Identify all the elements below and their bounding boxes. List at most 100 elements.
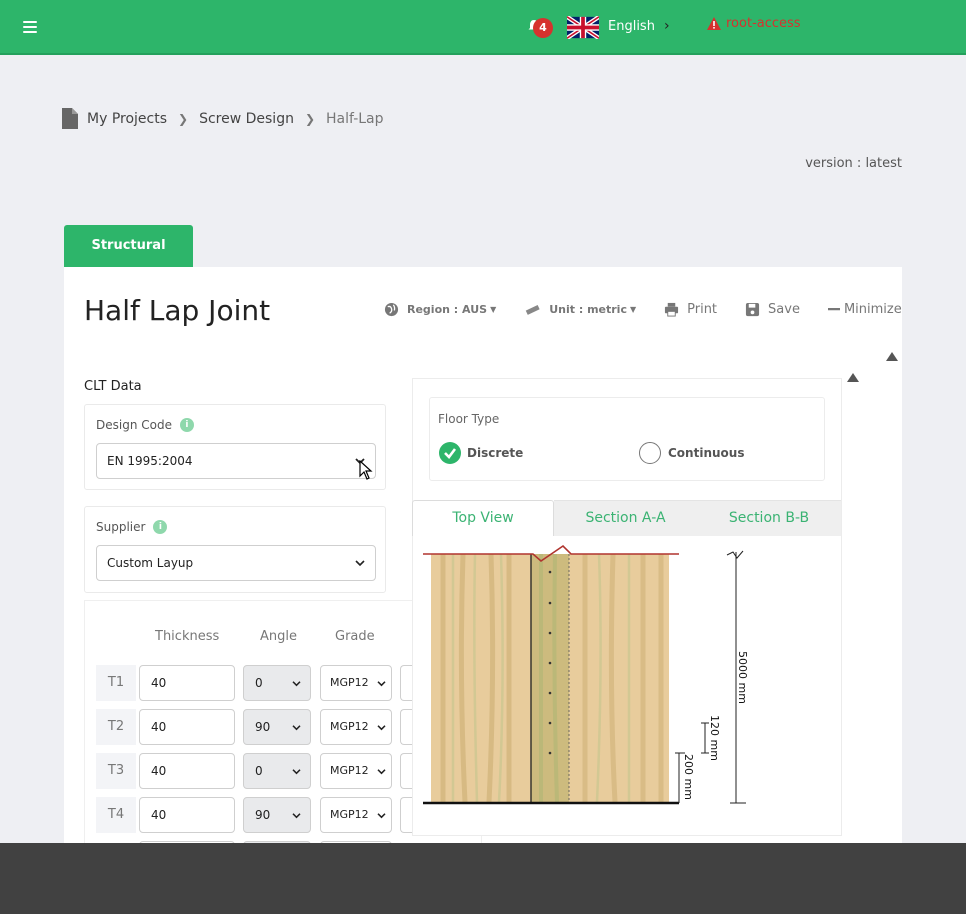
info-icon[interactable]: i: [179, 418, 194, 432]
angle-select[interactable]: 0: [243, 665, 311, 701]
tab-section-b-b[interactable]: Section B-B: [697, 500, 841, 536]
user-name: root-access: [726, 16, 801, 31]
breadcrumb-half-lap: Half-Lap: [326, 110, 384, 127]
collapse-up-icon[interactable]: [886, 352, 898, 361]
thickness-input[interactable]: 40: [139, 709, 235, 745]
column-thickness: Thickness: [155, 629, 220, 644]
unit-dropdown[interactable]: Unit : metric ▼: [524, 302, 636, 317]
clt-data-heading: CLT Data: [84, 379, 142, 394]
design-code-label: Design Code: [96, 418, 172, 432]
grade-select[interactable]: MGP12: [320, 753, 392, 789]
save-icon: [745, 302, 760, 317]
info-icon[interactable]: i: [153, 520, 168, 534]
chevron-right-icon[interactable]: ›: [664, 18, 670, 34]
print-label: Print: [687, 302, 718, 317]
supplier-value: Custom Layup: [107, 556, 194, 570]
save-label: Save: [768, 302, 800, 317]
collapse-up-icon[interactable]: [847, 373, 859, 382]
minimize-label: Minimize: [843, 302, 902, 317]
radio-continuous-label[interactable]: Continuous: [668, 446, 744, 460]
chevron-down-icon: [377, 769, 386, 775]
top-view-drawing: 5000 mm 120 mm 200 mm: [423, 544, 749, 805]
grade-select[interactable]: MGP12: [320, 709, 392, 745]
breadcrumb-my-projects[interactable]: My Projects: [87, 111, 167, 127]
check-icon: [444, 448, 457, 459]
angle-select[interactable]: 0: [243, 753, 311, 789]
dim-edge-label: 200 mm: [682, 754, 695, 800]
angle-select[interactable]: 90: [243, 709, 311, 745]
radio-discrete-label[interactable]: Discrete: [467, 446, 523, 460]
grade-select[interactable]: MGP12: [320, 665, 392, 701]
dim-total-label: 5000 mm: [736, 651, 749, 704]
warning-icon: [707, 17, 721, 30]
grade-value: MGP12: [330, 808, 369, 821]
angle-select[interactable]: 90: [243, 797, 311, 833]
save-button[interactable]: Save: [745, 302, 800, 317]
minimize-button[interactable]: Minimize: [827, 302, 902, 317]
uk-flag-icon[interactable]: [567, 16, 599, 39]
user-menu[interactable]: root-access: [706, 16, 801, 31]
radio-discrete[interactable]: [439, 442, 461, 464]
grade-value: MGP12: [330, 720, 369, 733]
print-button[interactable]: Print: [664, 302, 717, 317]
angle-value: 0: [255, 676, 263, 690]
chevron-down-icon: [377, 681, 386, 687]
thickness-input[interactable]: 40: [139, 797, 235, 833]
chevron-down-icon: [292, 725, 301, 731]
layer-label: T2: [96, 709, 136, 745]
top-bar: 4 English › root-access: [0, 0, 966, 55]
minus-icon: [827, 308, 840, 311]
toolbar: Region : AUS ▼ Unit : metric ▼ Print Save …: [384, 302, 902, 317]
layer-label: T1: [96, 665, 136, 701]
supplier-group: Supplier i Custom Layup: [84, 506, 386, 593]
layer-label: T3: [96, 753, 136, 789]
supplier-label: Supplier: [96, 520, 146, 534]
chevron-down-icon: [377, 813, 386, 819]
tab-top-view[interactable]: Top View: [412, 500, 554, 536]
design-code-select[interactable]: EN 1995:2004: [96, 443, 376, 479]
region-dropdown[interactable]: Region : AUS ▼: [384, 302, 496, 317]
tab-section-a-a[interactable]: Section A-A: [554, 500, 697, 536]
printer-icon: [665, 302, 679, 317]
page-title: Half Lap Joint: [84, 294, 271, 327]
caret-down-icon: ▼: [490, 305, 497, 314]
menu-icon[interactable]: [23, 21, 37, 33]
radio-continuous[interactable]: [639, 442, 661, 464]
grade-value: MGP12: [330, 676, 369, 689]
angle-value: 0: [255, 764, 263, 778]
column-angle: Angle: [260, 629, 297, 644]
bottom-bar: [0, 843, 966, 914]
breadcrumb: My Projects ❯ Screw Design ❯ Half-Lap: [62, 108, 384, 129]
chevron-right-icon: ❯: [304, 111, 316, 126]
caret-down-icon: ▼: [629, 305, 637, 314]
view-tabs: Section A-A Section B-B Top View: [412, 500, 841, 536]
ruler-icon: [525, 305, 540, 315]
chevron-down-icon: [292, 681, 301, 687]
angle-value: 90: [255, 808, 271, 822]
lap-zone: [531, 554, 569, 802]
breadcrumb-screw-design[interactable]: Screw Design: [199, 111, 294, 127]
chevron-down-icon: [292, 813, 301, 819]
angle-value: 90: [255, 720, 271, 734]
notification-bell[interactable]: 4: [527, 17, 553, 39]
unit-label: Unit : metric: [549, 303, 627, 316]
grade-select[interactable]: MGP12: [320, 797, 392, 833]
floor-type-label: Floor Type: [438, 412, 500, 426]
dim-spacing-label: 120 mm: [708, 715, 721, 761]
language-selector[interactable]: English: [608, 19, 655, 34]
thickness-input[interactable]: 40: [139, 753, 235, 789]
document-icon: [62, 108, 78, 129]
thickness-input[interactable]: 40: [139, 665, 235, 701]
tab-structural[interactable]: Structural: [64, 225, 193, 267]
mouse-cursor-icon: [359, 460, 373, 480]
design-code-value: EN 1995:2004: [107, 454, 193, 468]
wood-panel-left: [431, 554, 531, 802]
supplier-select[interactable]: Custom Layup: [96, 545, 376, 581]
floor-type-group: [429, 397, 825, 481]
chevron-down-icon: [292, 769, 301, 775]
chevron-down-icon: [355, 560, 365, 567]
chevron-right-icon: ❯: [178, 111, 189, 126]
notification-badge: 4: [533, 18, 553, 38]
grade-value: MGP12: [330, 764, 369, 777]
chevron-down-icon: [377, 725, 386, 731]
